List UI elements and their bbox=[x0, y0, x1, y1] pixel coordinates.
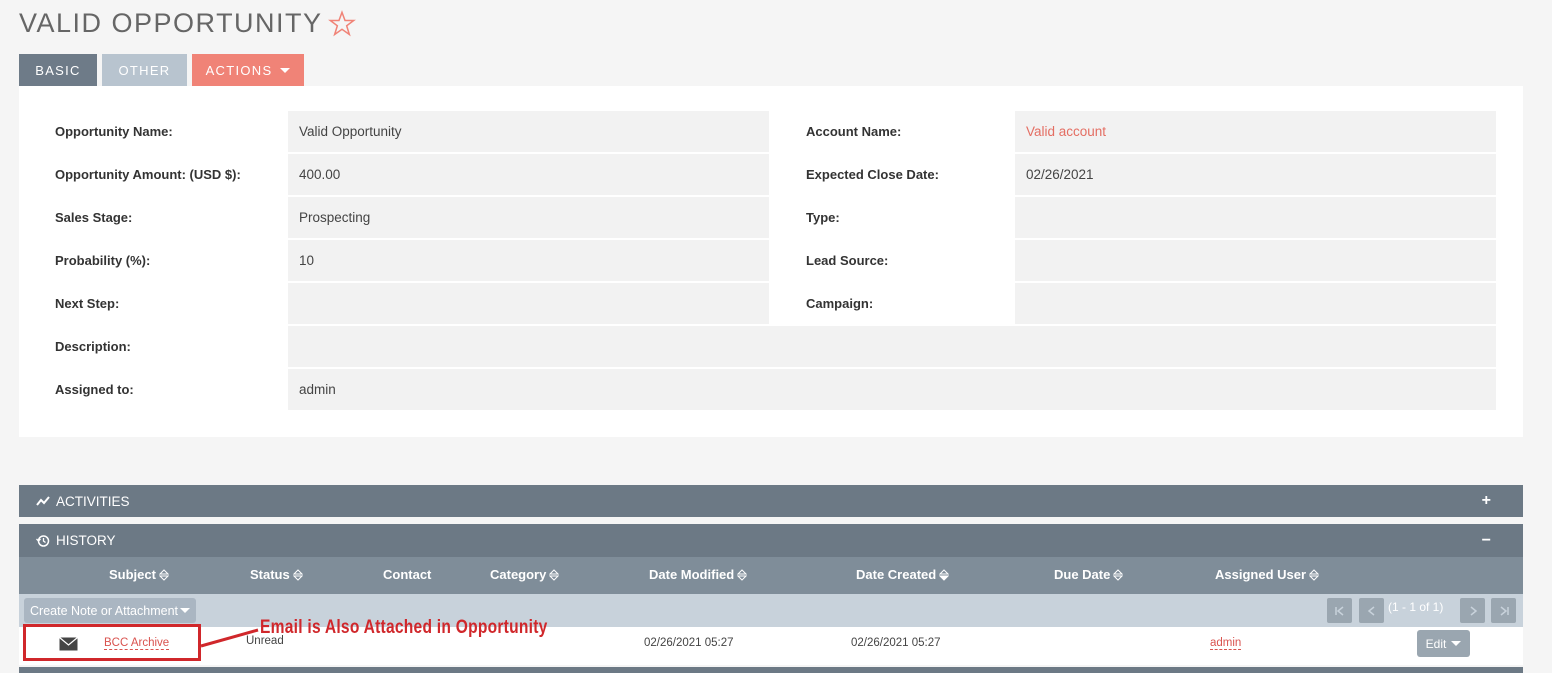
detail-panel: Opportunity Name: Opportunity Amount: (U… bbox=[19, 86, 1523, 437]
sort-icon bbox=[1309, 568, 1320, 581]
col-due-date[interactable]: Due Date bbox=[1054, 567, 1124, 582]
page-title-text: VALID OPPORTUNITY bbox=[19, 8, 323, 38]
sort-icon bbox=[1113, 568, 1124, 581]
field-campaign[interactable] bbox=[1015, 283, 1496, 324]
history-collapse-toggle[interactable]: − bbox=[1482, 532, 1491, 550]
tab-other-label: OTHER bbox=[118, 62, 171, 78]
label-expected-close: Expected Close Date: bbox=[806, 167, 939, 182]
account-name-link[interactable]: Valid account bbox=[1026, 124, 1106, 139]
caret-down-icon bbox=[180, 608, 190, 613]
activities-icon bbox=[36, 494, 50, 508]
col-contact: Contact bbox=[383, 567, 431, 582]
caret-down-icon bbox=[280, 67, 291, 73]
label-campaign: Campaign: bbox=[806, 296, 874, 311]
label-description: Description: bbox=[55, 339, 131, 354]
activities-expand-toggle[interactable]: + bbox=[1482, 492, 1491, 510]
field-lead-source[interactable] bbox=[1015, 240, 1496, 281]
subpanel-activities[interactable]: ACTIVITIES + bbox=[19, 485, 1523, 517]
label-next-step: Next Step: bbox=[55, 296, 120, 311]
tab-basic[interactable]: BASIC bbox=[19, 54, 97, 86]
field-opportunity-name[interactable]: Valid Opportunity bbox=[288, 111, 769, 152]
create-note-label: Create Note or Attachment bbox=[30, 603, 178, 618]
star-icon[interactable] bbox=[327, 9, 356, 38]
create-note-button[interactable]: Create Note or Attachment bbox=[24, 598, 196, 623]
subpanel-history[interactable]: HISTORY − bbox=[19, 524, 1523, 557]
actions-label: ACTIONS bbox=[205, 62, 273, 78]
table-row: BCC Archive Unread 02/26/2021 05:27 02/2… bbox=[19, 627, 1523, 665]
col-date-modified[interactable]: Date Modified bbox=[649, 567, 748, 582]
assigned-user-link[interactable]: admin bbox=[1210, 637, 1242, 650]
col-category-label: Category bbox=[490, 567, 547, 582]
label-amount: Opportunity Amount: (USD $): bbox=[55, 167, 241, 182]
detail-tabs: BASIC OTHER ACTIONS bbox=[19, 54, 304, 86]
value-expected-close: 02/26/2021 bbox=[1026, 167, 1094, 182]
col-date-modified-label: Date Modified bbox=[649, 567, 735, 582]
col-subject[interactable]: Subject bbox=[109, 567, 169, 582]
field-type[interactable] bbox=[1015, 197, 1496, 238]
field-sales-stage[interactable]: Prospecting bbox=[288, 197, 769, 238]
col-assigned-user[interactable]: Assigned User bbox=[1215, 567, 1320, 582]
field-amount[interactable]: 400.00 bbox=[288, 154, 769, 195]
pager-next-button[interactable] bbox=[1460, 598, 1485, 623]
col-date-created[interactable]: Date Created bbox=[856, 567, 950, 582]
label-type: Type: bbox=[806, 210, 840, 225]
col-category[interactable]: Category bbox=[490, 567, 560, 582]
label-opportunity-name: Opportunity Name: bbox=[55, 124, 173, 139]
pager-first-icon bbox=[1334, 605, 1343, 616]
value-probability: 10 bbox=[299, 253, 315, 268]
pager-last-button[interactable] bbox=[1491, 598, 1516, 623]
annotation-text: Email is Also Attached in Opportunity bbox=[260, 617, 548, 638]
label-assigned-to: Assigned to: bbox=[55, 382, 134, 397]
col-due-date-label: Due Date bbox=[1054, 567, 1111, 582]
value-assigned-to: admin bbox=[299, 382, 336, 397]
pager-prev-button[interactable] bbox=[1359, 598, 1384, 623]
sort-desc-icon bbox=[939, 568, 950, 581]
page-title: VALID OPPORTUNITY bbox=[19, 8, 356, 39]
tab-basic-label: BASIC bbox=[35, 62, 81, 78]
label-account-name: Account Name: bbox=[806, 124, 902, 139]
col-assigned-user-label: Assigned User bbox=[1215, 567, 1307, 582]
value-opportunity-name: Valid Opportunity bbox=[299, 124, 402, 139]
annotation-highlight-box bbox=[23, 624, 201, 661]
col-status[interactable]: Status bbox=[250, 567, 303, 582]
history-title: HISTORY bbox=[56, 533, 116, 548]
pager-next-icon bbox=[1470, 605, 1477, 616]
field-account-name[interactable]: Valid account bbox=[1015, 111, 1496, 152]
tab-other[interactable]: OTHER bbox=[102, 54, 187, 86]
field-probability[interactable]: 10 bbox=[288, 240, 769, 281]
actions-dropdown[interactable]: ACTIONS bbox=[192, 54, 304, 86]
sort-icon bbox=[549, 568, 560, 581]
label-probability: Probability (%): bbox=[55, 253, 151, 268]
field-next-step[interactable] bbox=[288, 283, 769, 324]
history-icon bbox=[36, 534, 50, 548]
edit-button[interactable]: Edit bbox=[1417, 630, 1470, 657]
sort-icon bbox=[292, 568, 303, 581]
col-date-created-label: Date Created bbox=[856, 567, 937, 582]
cell-date-modified: 02/26/2021 05:27 bbox=[644, 637, 734, 649]
pager-prev-icon bbox=[1367, 605, 1374, 616]
history-toolbar: Create Note or Attachment (1 - 1 of 1) bbox=[19, 594, 1523, 627]
edit-label: Edit bbox=[1425, 636, 1447, 651]
history-column-headers: Subject Status Contact Category Date Mod… bbox=[19, 557, 1523, 594]
col-contact-label: Contact bbox=[383, 567, 432, 582]
pager-text: (1 - 1 of 1) bbox=[1388, 600, 1444, 614]
next-subpanel-header bbox=[19, 667, 1523, 673]
pager-first-button[interactable] bbox=[1327, 598, 1352, 623]
activities-title: ACTIVITIES bbox=[56, 493, 130, 509]
cell-date-created: 02/26/2021 05:27 bbox=[851, 637, 941, 649]
field-assigned-to[interactable]: admin bbox=[288, 369, 1496, 410]
label-lead-source: Lead Source: bbox=[806, 253, 889, 268]
field-description[interactable] bbox=[288, 326, 1496, 367]
value-sales-stage: Prospecting bbox=[299, 210, 371, 225]
value-amount: 400.00 bbox=[299, 167, 341, 182]
field-expected-close[interactable]: 02/26/2021 bbox=[1015, 154, 1496, 195]
col-status-label: Status bbox=[250, 567, 290, 582]
label-sales-stage: Sales Stage: bbox=[55, 210, 133, 225]
pager-last-icon bbox=[1500, 605, 1509, 616]
col-subject-label: Subject bbox=[109, 567, 156, 582]
sort-icon bbox=[158, 568, 169, 581]
sort-icon bbox=[737, 568, 748, 581]
caret-down-icon bbox=[1451, 641, 1462, 646]
